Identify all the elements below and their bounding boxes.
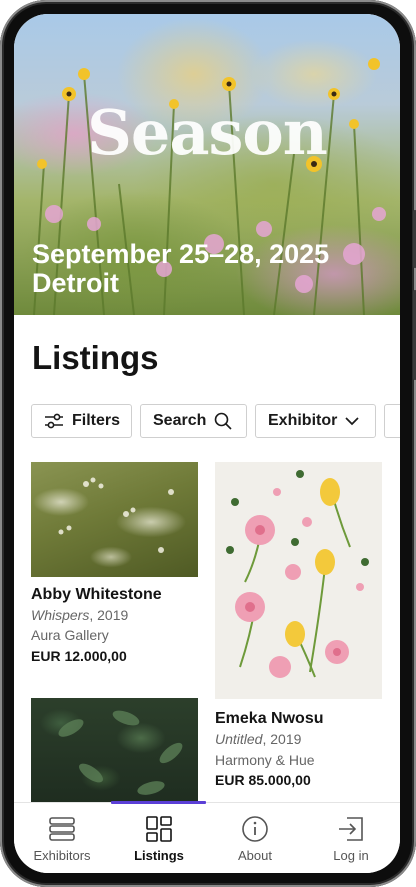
event-info: September 25–28, 2025 Detroit (32, 240, 329, 298)
artwork-image (215, 462, 382, 699)
season-logo: Season (87, 96, 328, 169)
login-icon (339, 817, 363, 841)
more-filter-chip[interactable] (384, 404, 400, 438)
search-icon (215, 412, 232, 430)
gallery-name: Harmony & Hue (215, 752, 315, 768)
nav-label: Listings (134, 848, 184, 863)
filters-button[interactable]: Filters (31, 404, 132, 438)
filters-label: Filters (72, 412, 121, 429)
artist-name: Abby Whitestone (31, 586, 162, 603)
bottom-navigation: Exhibitors Listings About Log in (14, 801, 400, 873)
search-button[interactable]: Search (140, 404, 247, 438)
price: EUR 12.000,00 (31, 648, 127, 664)
event-city: Detroit (32, 268, 119, 298)
grid-icon (146, 816, 172, 842)
leaves-illustration (58, 710, 183, 795)
nav-login[interactable]: Log in (303, 803, 399, 873)
artwork-title: Untitled, 2019 (215, 731, 302, 747)
gallery-name: Aura Gallery (31, 627, 109, 643)
artwork-image (31, 462, 198, 577)
nav-listings[interactable]: Listings (111, 803, 207, 873)
hero-banner: Season September 25–28, 2025 Detroit (14, 14, 400, 315)
meadow-illustration (58, 477, 174, 553)
nav-about[interactable]: About (207, 803, 303, 873)
page-title: Listings (32, 339, 159, 376)
listing-card[interactable] (31, 698, 198, 802)
exhibitor-label: Exhibitor (268, 412, 338, 429)
listing-card[interactable]: Emeka Nwosu Untitled, 2019 Harmony & Hue… (215, 462, 382, 792)
artwork-title: Whispers, 2019 (31, 607, 129, 623)
info-icon (242, 816, 268, 842)
nav-exhibitors[interactable]: Exhibitors (14, 803, 110, 873)
nav-label: About (238, 848, 272, 863)
chevron-down-icon (345, 417, 359, 426)
stack-icon (49, 817, 75, 841)
nav-label: Exhibitors (33, 848, 91, 863)
tulips-illustration (226, 470, 369, 678)
price: EUR 85.000,00 (215, 772, 311, 788)
event-dates: September 25–28, 2025 (32, 239, 330, 269)
nav-label: Log in (333, 848, 369, 863)
filter-bar: Filters Search Exhibitor (31, 404, 400, 438)
exhibitor-dropdown[interactable]: Exhibitor (255, 404, 376, 438)
phone-frame: Season September 25–28, 2025 Detroit Lis… (0, 0, 416, 887)
app-screen: Season September 25–28, 2025 Detroit Lis… (14, 14, 400, 873)
artwork-image (31, 698, 198, 802)
search-label: Search (153, 412, 207, 429)
sliders-icon (45, 413, 63, 429)
listing-card[interactable]: Abby Whitestone Whispers, 2019 Aura Gall… (31, 462, 198, 682)
artist-name: Emeka Nwosu (215, 710, 324, 727)
